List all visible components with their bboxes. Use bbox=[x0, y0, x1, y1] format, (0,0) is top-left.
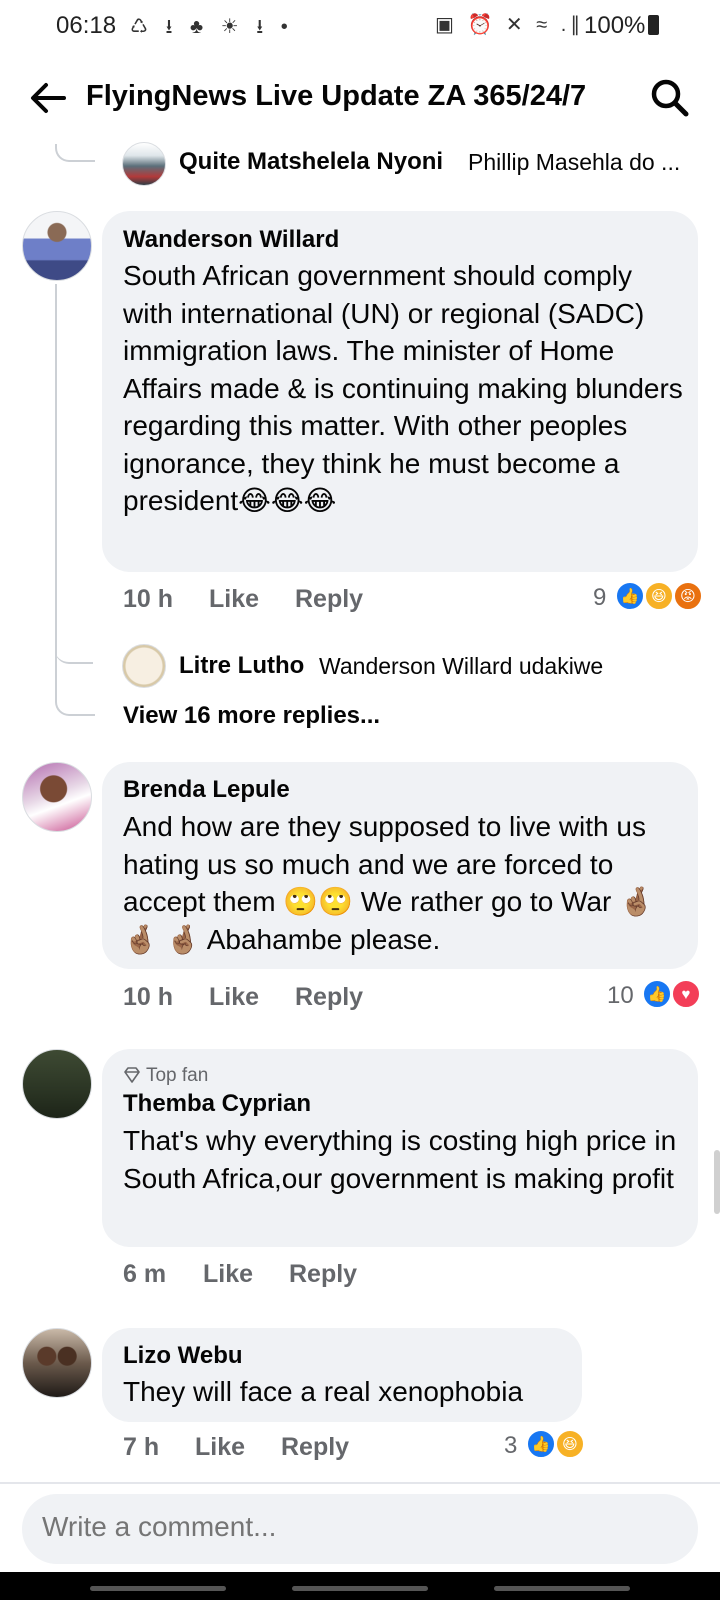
search-button[interactable] bbox=[646, 74, 694, 122]
comment-time[interactable]: 7 h bbox=[123, 1433, 159, 1462]
laughing-face-icon: 😆 bbox=[555, 1429, 585, 1459]
divider bbox=[0, 1482, 720, 1484]
scrollbar-thumb[interactable] bbox=[714, 1150, 720, 1214]
comment-text: South African government should comply w… bbox=[123, 260, 683, 516]
reply-button[interactable]: Reply bbox=[295, 983, 363, 1012]
avatar[interactable] bbox=[122, 142, 166, 186]
thumbs-up-icon: 👍 bbox=[642, 979, 672, 1009]
arrow-left-icon bbox=[31, 83, 66, 113]
battery-icon bbox=[648, 15, 660, 35]
system-status-icons: ▣ ⏰ ✕ ≈ .∥ bbox=[435, 14, 585, 36]
thread-connector bbox=[55, 144, 95, 162]
comment-composer[interactable] bbox=[22, 1494, 698, 1564]
like-button[interactable]: Like bbox=[203, 1260, 253, 1289]
thumbs-up-icon: 👍 bbox=[526, 1429, 556, 1459]
thread-connector bbox=[55, 690, 95, 716]
reply-preview[interactable]: Wanderson Willard udakiwe bbox=[319, 653, 603, 680]
avatar[interactable] bbox=[22, 211, 92, 281]
avatar[interactable] bbox=[22, 1049, 92, 1119]
thread-connector bbox=[55, 284, 57, 694]
comment-author[interactable]: Lizo Webu bbox=[123, 1342, 243, 1370]
status-time: 06:18 bbox=[56, 12, 117, 39]
reply-button[interactable]: Reply bbox=[295, 585, 363, 614]
page-title: FlyingNews Live Update ZA 365/24/7 bbox=[86, 80, 587, 112]
like-button[interactable]: Like bbox=[209, 585, 259, 614]
reply-button[interactable]: Reply bbox=[289, 1260, 357, 1289]
reply-author[interactable]: Quite Matshelela Nyoni bbox=[179, 148, 443, 176]
status-bar: 06:18 ♺ ⭳ ♣ ☀ ⭳ • ▣ ⏰ ✕ ≈ .∥ 100% bbox=[0, 0, 720, 54]
comment-text: They will face a real xenophobia bbox=[123, 1376, 524, 1407]
comment-time[interactable]: 6 m bbox=[123, 1260, 166, 1289]
reply-author[interactable]: Litre Lutho bbox=[179, 652, 304, 680]
app-bar: FlyingNews Live Update ZA 365/24/7 bbox=[0, 62, 720, 134]
thread-connector bbox=[55, 640, 93, 664]
battery-level: 100% bbox=[584, 12, 660, 40]
comment-text: That's why everything is costing high pr… bbox=[123, 1125, 677, 1194]
thumbs-up-icon: 👍 bbox=[615, 581, 645, 611]
avatar[interactable] bbox=[122, 644, 166, 688]
comment-actions: 6 m Like Reply bbox=[123, 1260, 523, 1292]
nav-recents-button[interactable] bbox=[90, 1586, 226, 1591]
laughing-face-icon: 😆 bbox=[644, 581, 674, 611]
like-button[interactable]: Like bbox=[209, 983, 259, 1012]
notification-icons: ♺ ⭳ ♣ ☀ ⭳ • bbox=[130, 16, 294, 38]
back-button[interactable] bbox=[26, 76, 70, 120]
diamond-icon bbox=[124, 1067, 140, 1083]
search-icon bbox=[651, 79, 689, 117]
reply-preview[interactable]: Phillip Masehla do ... bbox=[468, 149, 680, 176]
avatar[interactable] bbox=[22, 1328, 92, 1398]
comment-actions: 10 h Like Reply bbox=[123, 983, 523, 1015]
reaction-count[interactable]: 3 bbox=[504, 1432, 517, 1460]
reply-button[interactable]: Reply bbox=[281, 1433, 349, 1462]
system-nav-bar bbox=[0, 1572, 720, 1600]
comment-author[interactable]: Wanderson Willard bbox=[123, 226, 339, 254]
comment-actions: 10 h Like Reply bbox=[123, 585, 523, 617]
comment-input[interactable] bbox=[42, 1511, 642, 1543]
nav-home-button[interactable] bbox=[292, 1586, 428, 1591]
battery-percent: 100% bbox=[584, 12, 646, 39]
avatar[interactable] bbox=[22, 762, 92, 832]
angry-face-icon: 😡 bbox=[673, 581, 703, 611]
comment-time[interactable]: 10 h bbox=[123, 983, 173, 1012]
comment-time[interactable]: 10 h bbox=[123, 585, 173, 614]
heart-icon: ♥ bbox=[671, 979, 701, 1009]
reaction-count[interactable]: 9 bbox=[593, 584, 606, 612]
comment-author[interactable]: Themba Cyprian bbox=[123, 1090, 311, 1118]
nav-back-button[interactable] bbox=[494, 1586, 630, 1591]
view-more-replies[interactable]: View 16 more replies... bbox=[123, 702, 380, 730]
reaction-count[interactable]: 10 bbox=[607, 982, 634, 1010]
comment-author[interactable]: Brenda Lepule bbox=[123, 776, 290, 804]
top-fan-badge: Top fan bbox=[123, 1065, 208, 1087]
top-fan-label: Top fan bbox=[145, 1065, 209, 1086]
comment-actions: 7 h Like Reply bbox=[123, 1433, 523, 1465]
like-button[interactable]: Like bbox=[195, 1433, 245, 1462]
comment-text: And how are they supposed to live with u… bbox=[123, 811, 654, 955]
